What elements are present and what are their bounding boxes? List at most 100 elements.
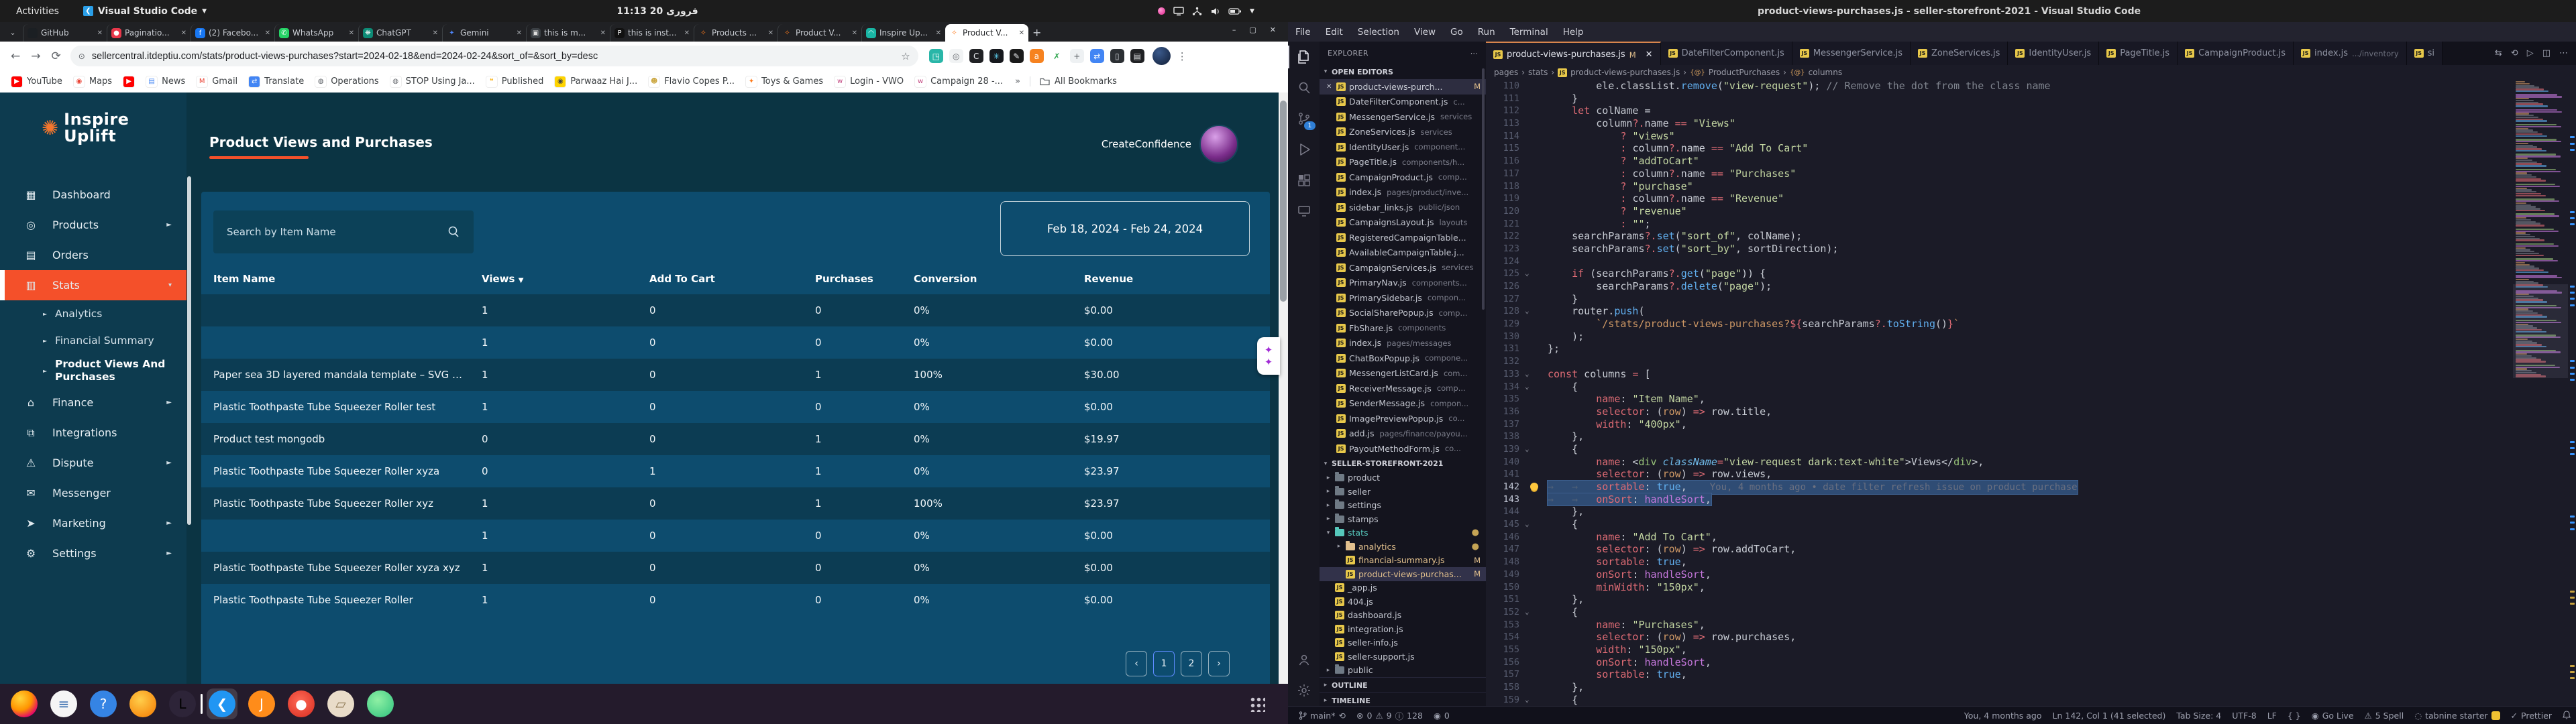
code-line[interactable]: 114 ? "views" [1486, 130, 2576, 143]
breadcrumb-item[interactable]: ProductPurchases [1709, 68, 1780, 77]
sidebar-subitem[interactable]: Product Views And Purchases [0, 354, 186, 387]
extensions-icon[interactable] [1288, 165, 1320, 196]
search-input[interactable]: Search by Item Name [213, 210, 474, 253]
browser-tab[interactable]: ✧Product V...✕ [777, 24, 861, 42]
code-line[interactable]: 139⌄ { [1486, 443, 2576, 456]
system-tray[interactable]: ▼ [1158, 0, 1254, 22]
maximize-button[interactable]: ▢ [1249, 25, 1256, 34]
tab-close-icon[interactable]: ✕ [936, 29, 941, 37]
bookmark-item[interactable]: ▤News [146, 76, 185, 88]
browser-tab[interactable]: ◠Inspire Up...✕ [861, 24, 945, 42]
column-header[interactable]: Views ▼ [482, 273, 649, 285]
tab-close-icon[interactable]: ✕ [768, 29, 773, 37]
editor-tab[interactable]: JSPageTitle.js [2099, 42, 2178, 65]
bookmark-item[interactable]: ⇄Translate [248, 76, 304, 88]
tab-close-icon[interactable]: ✕ [349, 29, 354, 37]
account-avatar[interactable] [1199, 125, 1238, 164]
code-line[interactable]: 116 ? "addToCart" [1486, 155, 2576, 168]
stylus-ext[interactable]: ✎ [1010, 49, 1024, 63]
tab-close-icon[interactable]: ✕ [265, 29, 270, 37]
table-row[interactable]: Plastic Toothpaste Tube Squeezer Roller … [201, 487, 1270, 520]
open-editors-header[interactable]: OPEN EDITORS [1332, 68, 1393, 76]
sidebar-subitem[interactable]: Financial Summary [0, 327, 186, 354]
bookmark-item[interactable]: wCampaign 28 -... [914, 76, 1003, 88]
explorer-icon[interactable] [1288, 42, 1320, 72]
fold-icon[interactable]: ⌄ [1525, 381, 1529, 394]
sidebar-item-stats[interactable]: ▥Stats▾ [0, 270, 186, 300]
open-editor-item[interactable]: JSPayoutMethodForm.jsco... [1320, 441, 1486, 457]
fold-icon[interactable]: ⌄ [1525, 694, 1529, 706]
editor-tab[interactable]: JSsi [2407, 42, 2443, 65]
url-text[interactable]: sellercentral.itdeptiu.com/stats/product… [92, 51, 894, 62]
open-editor-item[interactable]: JSRegisteredCampaignTable... [1320, 230, 1486, 245]
react-devtools-ext[interactable]: ✳ [989, 49, 1004, 63]
open-editor-item[interactable]: JSSocialSharePopup.jscomp... [1320, 306, 1486, 321]
tree-item-integration-js[interactable]: JSintegration.js [1320, 622, 1486, 636]
code-line[interactable]: 117 : column?.name == "Purchases" [1486, 168, 2576, 180]
code-line[interactable]: 120 ? "revenue" [1486, 205, 2576, 218]
tree-item-product-views-purchas---[interactable]: JSproduct-views-purchas...M [1320, 567, 1486, 581]
browser-tab[interactable]: ❋ChatGPT✕ [358, 24, 442, 42]
open-editor-item[interactable]: JSsidebar_links.jspublic/json [1320, 200, 1486, 215]
sync-icon[interactable]: ⟲ [2511, 48, 2518, 58]
profile-avatar[interactable] [1152, 47, 1171, 65]
code-line[interactable]: 148 sortable: true, [1486, 556, 2576, 568]
code-line[interactable]: 153 name: "Purchases", [1486, 619, 2576, 631]
open-editor-item[interactable]: JSImagePreviewPopup.jsco... [1320, 411, 1486, 426]
tree-item-product[interactable]: ▸product [1320, 471, 1486, 485]
tree-item-financial-summary-js[interactable]: JSfinancial-summary.jsM [1320, 554, 1486, 568]
browser-tab[interactable]: GitHub✕ [23, 24, 107, 42]
tree-item-settings[interactable]: ▸settings [1320, 499, 1486, 513]
page-button-1[interactable]: 1 [1153, 651, 1175, 676]
bookmark-item[interactable]: wLogin - VWO [834, 76, 904, 88]
picker-ext[interactable]: + [1070, 49, 1084, 63]
site-settings-icon[interactable]: ⊙ [78, 52, 85, 61]
overview-ruler[interactable] [2568, 80, 2576, 706]
dock-software[interactable] [365, 688, 396, 719]
code-line[interactable]: 110 ele.classList.remove("view-request")… [1486, 80, 2576, 93]
status--[interactable]: { } [2282, 711, 2306, 721]
code-line[interactable]: 122 searchParams?.set("sort_of", colName… [1486, 230, 2576, 243]
activities-button[interactable]: Activities [9, 5, 66, 18]
code-line[interactable]: 119 : column?.name == "Revenue" [1486, 192, 2576, 205]
tab-close-icon[interactable]: ✕ [600, 29, 606, 37]
code-line[interactable]: 140 name: <div className="view-request d… [1486, 456, 2576, 469]
code-line[interactable]: 152⌄ { [1486, 606, 2576, 619]
date-range-picker[interactable]: Feb 18, 2024 - Feb 24, 2024 [1000, 201, 1250, 256]
code-line[interactable]: 149 onSort: handleSort, [1486, 568, 2576, 581]
page-button-2[interactable]: 2 [1181, 651, 1202, 676]
open-editor-item[interactable]: JSindex.jspages/messages [1320, 336, 1486, 351]
code-line[interactable]: 128⌄ router.push( [1486, 305, 2576, 318]
tree-item-seller-info-js[interactable]: JSseller-info.js [1320, 636, 1486, 650]
bookmark-item[interactable]: ▶YouTube [11, 76, 62, 88]
status-utf-8[interactable]: UTF-8 [2226, 711, 2261, 721]
open-editor-item[interactable]: JSCampaignProduct.jscomp... [1320, 170, 1486, 185]
bookmark-item[interactable]: ▶ [123, 76, 135, 88]
code-line[interactable]: 141 selector: (row) => row.views, [1486, 468, 2576, 481]
app-grid-button[interactable] [1249, 696, 1265, 712]
open-editor-item[interactable]: JSSenderMessage.jscompon... [1320, 396, 1486, 412]
code-editor[interactable]: 110 ele.classList.remove("view-request")… [1486, 80, 2576, 706]
amazon-ext[interactable]: a [1030, 49, 1044, 63]
bookmark-item[interactable]: ❝Published [486, 76, 544, 88]
breadcrumb-item[interactable]: product-views-purchases.js [1570, 68, 1680, 77]
table-row[interactable]: Plastic Toothpaste Tube Squeezer Roller1… [201, 584, 1270, 616]
code-line[interactable]: 125⌄ if (searchParams?.get("page")) { [1486, 267, 2576, 280]
code-line[interactable]: 133⌄const columns = [ [1486, 368, 2576, 381]
open-editor-item[interactable]: JSPrimaryNav.jscomponents... [1320, 276, 1486, 291]
tab-close-icon[interactable]: ✕ [684, 29, 690, 37]
menu-edit[interactable]: Edit [1318, 27, 1350, 38]
tab-close-icon[interactable]: ✕ [97, 29, 103, 37]
tree-item-404-js[interactable]: JS404.js [1320, 595, 1486, 609]
editor-tab[interactable]: JSCampaignProduct.js [2178, 42, 2294, 65]
breadcrumb-item[interactable]: pages [1494, 68, 1518, 77]
open-editor-item[interactable]: JSFbShare.jscomponents [1320, 320, 1486, 336]
open-editor-item[interactable]: JSMessengerListCard.jscom... [1320, 366, 1486, 381]
fold-icon[interactable]: ⌄ [1525, 305, 1529, 318]
table-row[interactable]: 1000%$0.00 [201, 294, 1270, 326]
browser-tab[interactable]: f(2) Facebo...✕ [191, 24, 274, 42]
sidebar-scrollbar[interactable] [1482, 68, 1485, 310]
status-ln-142-col-1-41-selected-[interactable]: Ln 142, Col 1 (41 selected) [2047, 711, 2171, 721]
open-editor-item[interactable]: JSZoneServices.jsservices [1320, 125, 1486, 140]
code-line[interactable]: 132 [1486, 355, 2576, 368]
